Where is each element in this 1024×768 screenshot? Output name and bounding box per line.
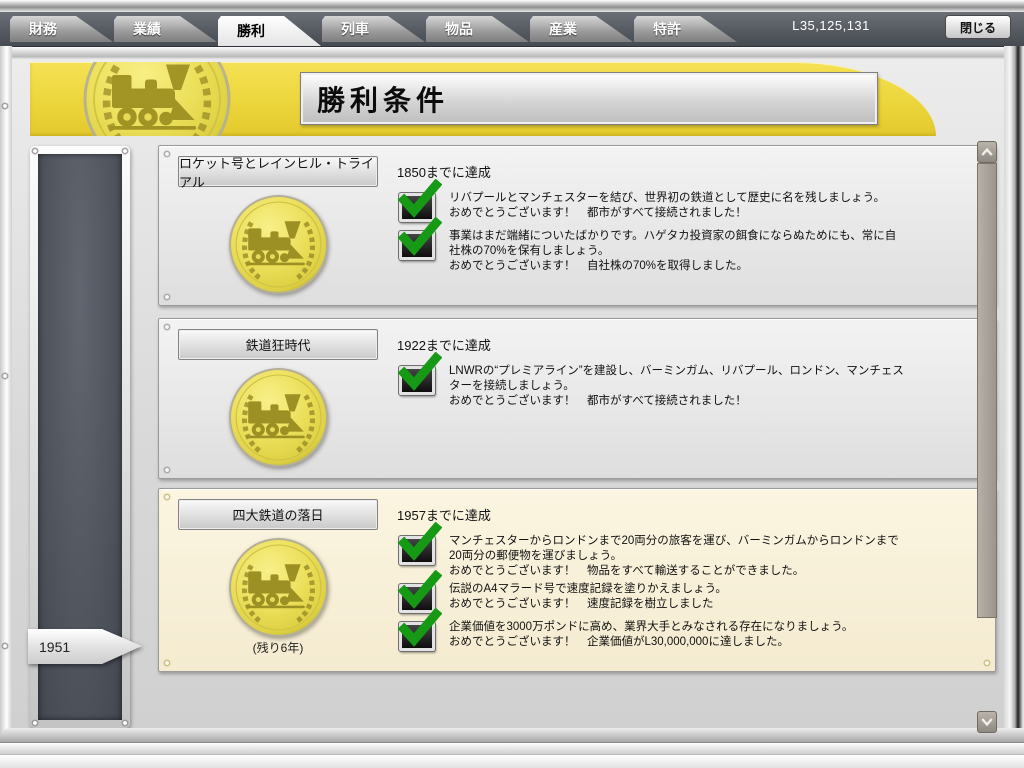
tab-label: 列車 [322,19,388,39]
cash-balance: L35,125,131 [770,18,892,33]
deadline-text: 1957までに達成 [397,499,981,530]
objective-item: リバプールとマンチェスターを結び、世界初の鉄道として歴史に名を残しましょう。 お… [397,190,981,221]
tab-victory[interactable]: 勝利 [218,16,321,46]
gold-medal-icon [228,537,329,638]
tab-performance[interactable]: 業績 [114,16,217,42]
year-arrow: 1951 [28,629,142,664]
bottom-metal-frame [0,728,1024,742]
tab-label: 勝利 [218,21,284,41]
tab-industry[interactable]: 産業 [530,16,633,42]
objective-text: リバプールとマンチェスターを結び、世界初の鉄道として歴史に名を残しましょう。 お… [449,190,885,221]
chevron-down-icon [979,716,995,728]
victory-panel-railway-mania: 鉄道狂時代 1922までに達成 LNWRの“プレミアライン”を建設し、バーミンガ… [158,318,996,479]
objective-description: LNWRの“プレミアライン”を建設し、バーミンガム、リバプール、ロンドン、マンチ… [449,364,907,394]
victory-panel-big-four: 四大鉄道の落日 (残り6年) 1957までに達成 マンチェスターからロンドンまで… [158,488,996,672]
checkmark-icon [396,608,442,650]
scenario-title-plaque: 鉄道狂時代 [178,329,378,360]
scenario-title-plaque: ロケット号とレインヒル・トライアル [178,156,378,187]
objective-text: 企業価値を3000万ポンドに高め、業界大手とみなされる存在になりましょう。 おめ… [449,619,853,650]
tab-finance[interactable]: 財務 [10,16,113,42]
panel-left: 鉄道狂時代 [159,319,397,478]
objective-text: 伝説のA4マラード号で速度記録を塗りかえましょう。 おめでとうございます！ 速度… [449,581,727,612]
checkmark-icon [396,570,442,612]
objective-item: 伝説のA4マラード号で速度記録を塗りかえましょう。 おめでとうございます！ 速度… [397,581,981,612]
objective-description: マンチェスターからロンドンまで20両分の旅客を運び、バーミンガムからロンドンまで… [449,534,907,564]
objective-status [397,190,441,220]
bottom-edge-strip [0,754,1024,768]
tab-strip: 財務 業績 勝利 列車 物品 産業 特許 [10,16,738,46]
checkmark-icon [396,179,442,221]
objective-status [397,619,441,649]
tab-patents[interactable]: 特許 [634,16,737,42]
victory-screen: 財務 業績 勝利 列車 物品 産業 特許 L35,125,131 閉じる 勝利条… [0,0,1024,768]
tab-label: 特許 [634,19,700,39]
left-metal-frame [0,46,12,755]
right-metal-frame [1004,46,1024,755]
objective-item: 企業価値を3000万ポンドに高め、業界大手とみなされる存在になりましょう。 おめ… [397,619,981,650]
tab-goods[interactable]: 物品 [426,16,529,42]
frame-strip [0,46,1024,59]
panel-right: 1957までに達成 マンチェスターからロンドンまで20両分の旅客を運び、バーミン… [397,489,995,671]
victory-panel-rainhill: ロケット号とレインヒル・トライアル 1850までに達成 リバプールとマンチェスタ… [158,145,996,306]
checkmark-icon [396,217,442,259]
bottom-metal-strip [0,742,1024,754]
objective-item: マンチェスターからロンドンまで20両分の旅客を運び、バーミンガムからロンドンまで… [397,533,981,579]
objective-description: 企業価値を3000万ポンドに高め、業界大手とみなされる存在になりましょう。 [449,620,853,635]
objective-result: おめでとうございます！ 速度記録を樹立しました [449,597,727,612]
panel-left: ロケット号とレインヒル・トライアル [159,146,397,305]
checkmark-icon [396,522,442,564]
gold-medal-icon [228,194,329,295]
vertical-scrollbar [977,141,997,735]
objective-description: リバプールとマンチェスターを結び、世界初の鉄道として歴史に名を残しましょう。 [449,191,885,206]
gold-medal-icon [228,367,329,468]
deadline-text: 1922までに達成 [397,329,981,360]
tab-label: 業績 [114,19,180,39]
objective-result: おめでとうございます！ 都市がすべて接続されました！ [449,394,907,409]
deadline-text: 1850までに達成 [397,156,981,187]
year-marker: 1951 [28,629,142,664]
objective-item: 事業はまだ端緒についたばかりです。ハゲタカ投資家の餌食にならぬためにも、常に自社… [397,228,981,274]
page-title: 勝利条件 [300,72,878,125]
objective-text: マンチェスターからロンドンまで20両分の旅客を運び、バーミンガムからロンドンまで… [449,533,907,579]
objective-result: おめでとうございます！ 企業価値がL30,000,000に達しました。 [449,635,853,650]
objective-status [397,228,441,258]
objective-text: LNWRの“プレミアライン”を建設し、バーミンガム、リバプール、ロンドン、マンチ… [449,363,907,409]
chevron-up-icon [979,146,995,158]
tab-label: 産業 [530,19,596,39]
objective-item: LNWRの“プレミアライン”を建設し、バーミンガム、リバプール、ロンドン、マンチ… [397,363,981,409]
objective-result: おめでとうございます！ 都市がすべて接続されました！ [449,206,885,221]
scenario-title-plaque: 四大鉄道の落日 [178,499,378,530]
scrollbar-thumb[interactable] [977,163,997,618]
close-button[interactable]: 閉じる [945,15,1011,39]
years-remaining-text: (残り6年) [253,639,304,656]
tab-trains[interactable]: 列車 [322,16,425,42]
objective-status [397,363,441,393]
panel-right: 1850までに達成 リバプールとマンチェスターを結び、世界初の鉄道として歴史に名… [397,146,995,305]
objective-text: 事業はまだ端緒についたばかりです。ハゲタカ投資家の餌食にならぬためにも、常に自社… [449,228,907,274]
gold-medal-icon [82,62,232,136]
panel-right: 1922までに達成 LNWRの“プレミアライン”を建設し、バーミンガム、リバプー… [397,319,995,478]
tab-label: 物品 [426,19,492,39]
objective-result: おめでとうございます！ 物品をすべて輸送することができました。 [449,564,907,579]
scroll-down-button[interactable] [977,711,997,733]
panel-left: 四大鉄道の落日 (残り6年) [159,489,397,671]
objective-status [397,581,441,611]
objective-result: おめでとうございます！ 自社株の70%を取得しました。 [449,259,907,274]
top-metal-strip [0,0,1024,12]
checkmark-icon [396,352,442,394]
scroll-up-button[interactable] [977,141,997,163]
objective-description: 伝説のA4マラード号で速度記録を塗りかえましょう。 [449,582,727,597]
objective-status [397,533,441,563]
objective-description: 事業はまだ端緒についたばかりです。ハゲタカ投資家の餌食にならぬためにも、常に自社… [449,229,907,259]
tab-label: 財務 [10,19,76,39]
